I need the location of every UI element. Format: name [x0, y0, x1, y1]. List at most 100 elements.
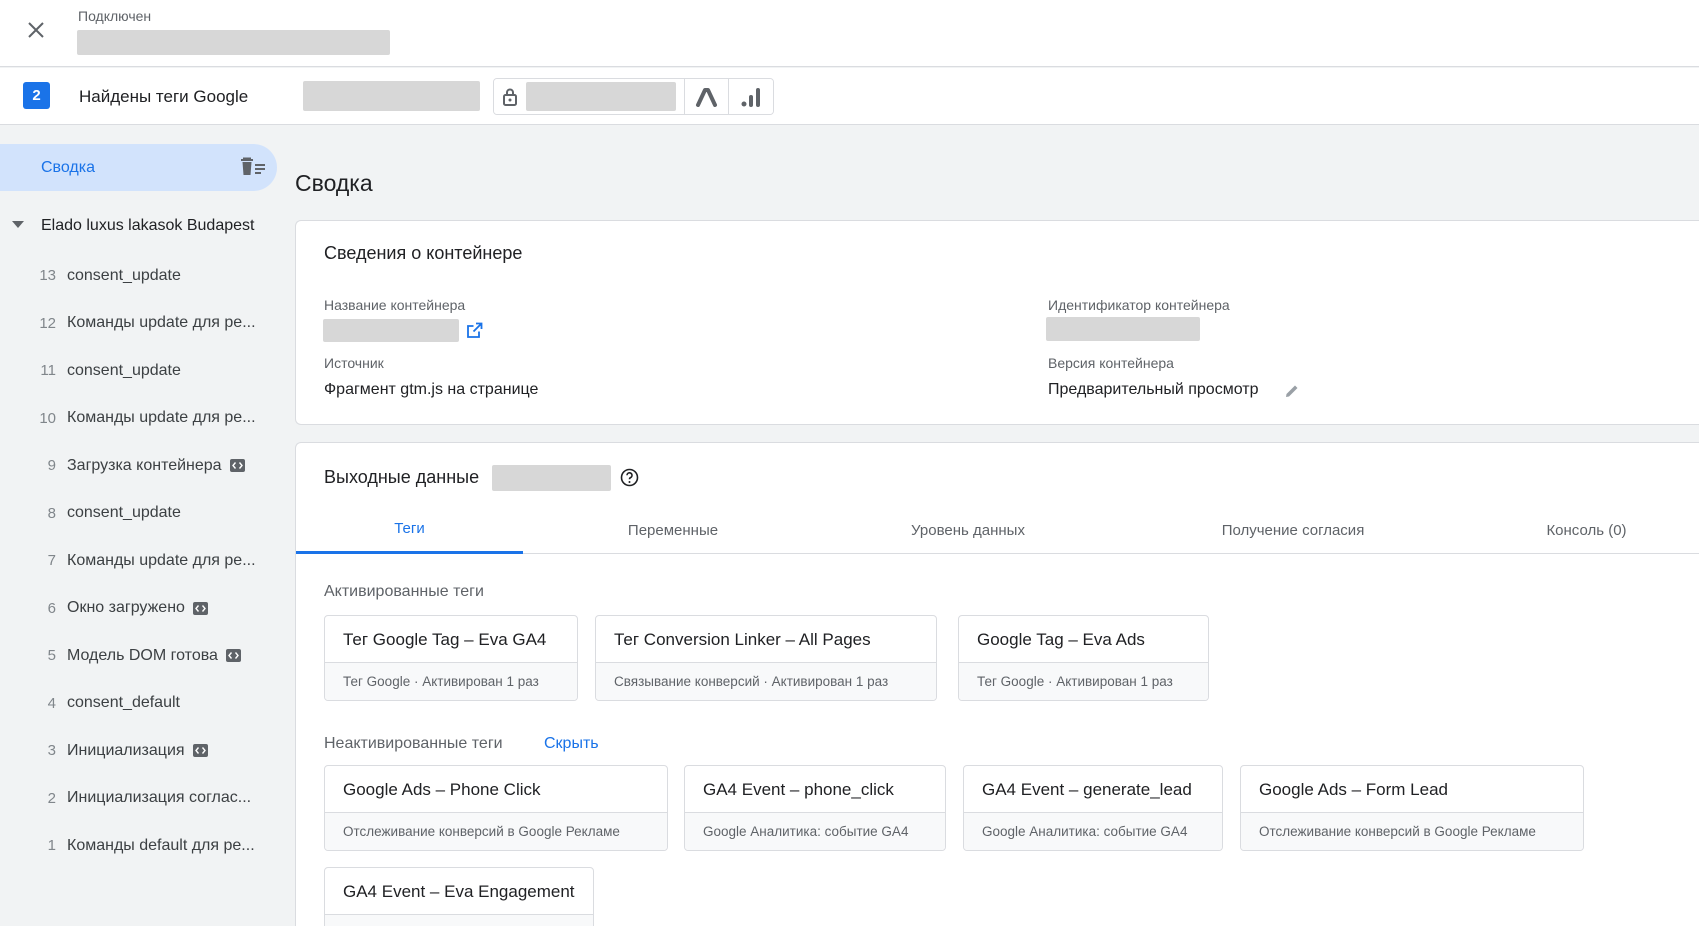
tag-card[interactable]: Google Ads – Form Lead Отслеживание конве… — [1240, 765, 1584, 851]
event-number: 12 — [39, 314, 56, 332]
clear-list-button[interactable] — [240, 157, 266, 182]
external-link-icon[interactable] — [466, 322, 483, 339]
google-ads-chip[interactable] — [685, 79, 729, 114]
help-icon[interactable] — [620, 468, 639, 487]
code-icon — [192, 744, 208, 758]
event-label-wrap: Инициализация — [67, 742, 208, 760]
tag-subtitle: Google Аналитика: событие GA4 — [964, 812, 1222, 850]
container-id-label: Идентификатор контейнера — [1048, 297, 1230, 313]
sidebar-event-item[interactable]: 6 Окно загружено — [0, 585, 294, 633]
sidebar-event-item[interactable]: 4 consent_default — [0, 680, 294, 728]
sidebar-event-item[interactable]: 8 consent_update — [0, 490, 294, 538]
tags-found-bar: 2 Найдены теги Google — [0, 68, 1699, 125]
output-heading: Выходные данные — [324, 467, 480, 487]
hide-not-fired-link[interactable]: Скрыть — [544, 735, 599, 753]
tag-chip-group — [493, 78, 774, 115]
event-number: 6 — [47, 599, 56, 617]
tag-name: Google Ads – Phone Click — [343, 780, 541, 799]
event-label-wrap: Загрузка контейнера — [67, 457, 245, 475]
tab-1[interactable]: Переменные — [523, 506, 823, 554]
analytics-chip[interactable] — [729, 79, 773, 114]
clear-list-icon — [241, 157, 265, 175]
tab-3[interactable]: Получение согласия — [1113, 506, 1473, 554]
container-node-label: Elado luxus lakasok Budapest — [41, 217, 255, 234]
sidebar-summary-label: Сводка — [41, 158, 96, 176]
tag-name: Тег Google Tag – Eva GA4 — [343, 630, 547, 649]
gtm-container-chip[interactable] — [494, 79, 685, 114]
event-number: 10 — [39, 409, 56, 427]
edit-icon[interactable] — [1284, 383, 1300, 399]
event-label: Окно загружено — [67, 599, 185, 617]
tag-card[interactable]: GA4 Event – Eva Engagement Google Аналити… — [324, 867, 594, 926]
sidebar-item-summary[interactable]: Сводка — [0, 144, 277, 191]
tags-found-title: Найдены теги Google — [79, 87, 249, 106]
event-number: 11 — [40, 362, 56, 380]
sidebar-event-item[interactable]: 3 Инициализация — [0, 727, 294, 775]
event-label-wrap: consent_update — [67, 267, 181, 285]
tag-name: Google Tag – Eva Ads — [977, 630, 1145, 649]
tab-2[interactable]: Уровень данных — [823, 506, 1113, 554]
connection-status: Подключен — [78, 8, 152, 24]
event-label-wrap: Команды update для ре... — [67, 552, 256, 570]
tag-card[interactable]: Тег Google Tag – Eva GA4 Тег Google · Акт… — [324, 615, 578, 701]
sidebar-event-item[interactable]: 2 Инициализация соглас... — [0, 775, 294, 823]
event-sidebar: Сводка Elado luxus lakasok Budapest 13 co… — [0, 126, 294, 926]
event-label: consent_default — [67, 694, 180, 712]
sidebar-event-item[interactable]: 10 Команды update для ре... — [0, 395, 294, 443]
event-label: Команды update для ре... — [67, 409, 256, 427]
redacted-container-id-value — [1046, 317, 1200, 341]
version-value: Предварительный просмотр — [1048, 381, 1259, 398]
redacted-tag-id[interactable] — [303, 81, 480, 111]
tag-subtitle: Тег Google · Активирован 1 раз — [959, 662, 1208, 700]
event-number: 8 — [47, 504, 56, 522]
sidebar-event-item[interactable]: 12 Команды update для ре... — [0, 300, 294, 348]
sidebar-container-node[interactable]: Elado luxus lakasok Budapest — [0, 211, 294, 241]
tab-4[interactable]: Консоль (0) — [1473, 506, 1699, 554]
tag-name: Google Ads – Form Lead — [1259, 780, 1449, 799]
redacted-container-id — [526, 82, 676, 111]
close-button[interactable] — [20, 14, 52, 46]
caret-down-icon[interactable] — [12, 221, 24, 228]
tag-count-badge: 2 — [23, 82, 50, 109]
sidebar-event-item[interactable]: 7 Команды update для ре... — [0, 537, 294, 585]
tag-card[interactable]: GA4 Event – phone_click Google Аналитика:… — [684, 765, 946, 851]
tag-subtitle: Тег Google · Активирован 1 раз — [325, 662, 577, 700]
code-icon — [192, 601, 208, 615]
event-label-wrap: Команды update для ре... — [67, 314, 256, 332]
tag-card[interactable]: GA4 Event – generate_lead Google Аналитик… — [963, 765, 1223, 851]
sidebar-event-item[interactable]: 1 Команды default для ре... — [0, 822, 294, 870]
sidebar-event-item[interactable]: 11 consent_update — [0, 347, 294, 395]
lock-icon — [503, 88, 517, 106]
event-number: 7 — [47, 552, 56, 570]
event-number: 3 — [47, 742, 56, 760]
top-bar: Подключен — [0, 0, 1699, 67]
tag-subtitle: Связывание конверсий · Активирован 1 раз — [596, 662, 936, 700]
tab-0[interactable]: Теги — [296, 506, 523, 554]
event-label: consent_update — [67, 504, 181, 522]
event-list: 13 consent_update 12 Команды update для ре.… — [0, 252, 294, 870]
google-ads-icon — [695, 87, 717, 107]
tag-card[interactable]: Google Ads – Phone Click Отслеживание кон… — [324, 765, 668, 851]
container-info-heading: Сведения о контейнере — [324, 243, 523, 263]
page-title: Сводка — [295, 170, 373, 196]
event-label: Инициализация соглас... — [67, 789, 252, 807]
event-label: Модель DOM готова — [67, 646, 218, 664]
code-icon — [225, 649, 241, 663]
tag-subtitle: Отслеживание конверсий в Google Рекламе — [1241, 812, 1583, 850]
output-card: Выходные данные Теги Переменные Уровень да… — [295, 442, 1699, 926]
event-label-wrap: Окно загружено — [67, 599, 208, 617]
sidebar-event-item[interactable]: 9 Загрузка контейнера — [0, 442, 294, 490]
event-label-wrap: consent_update — [67, 362, 181, 380]
event-number: 1 — [47, 837, 56, 855]
tag-card[interactable]: Google Tag – Eva Ads Тег Google · Активир… — [958, 615, 1209, 701]
tag-name: GA4 Event – generate_lead — [982, 780, 1192, 799]
tag-card[interactable]: Тег Conversion Linker – All Pages Связыва… — [595, 615, 937, 701]
event-label: Загрузка контейнера — [67, 456, 222, 474]
event-label: consent_update — [67, 266, 181, 284]
sidebar-event-item[interactable]: 5 Модель DOM готова — [0, 632, 294, 680]
sidebar-event-item[interactable]: 13 consent_update — [0, 252, 294, 300]
source-label: Источник — [324, 355, 384, 371]
event-label-wrap: Команды update для ре... — [67, 409, 256, 427]
tag-subtitle: Google Аналитика: событие GA4 — [325, 914, 593, 926]
redacted-url — [77, 30, 390, 55]
